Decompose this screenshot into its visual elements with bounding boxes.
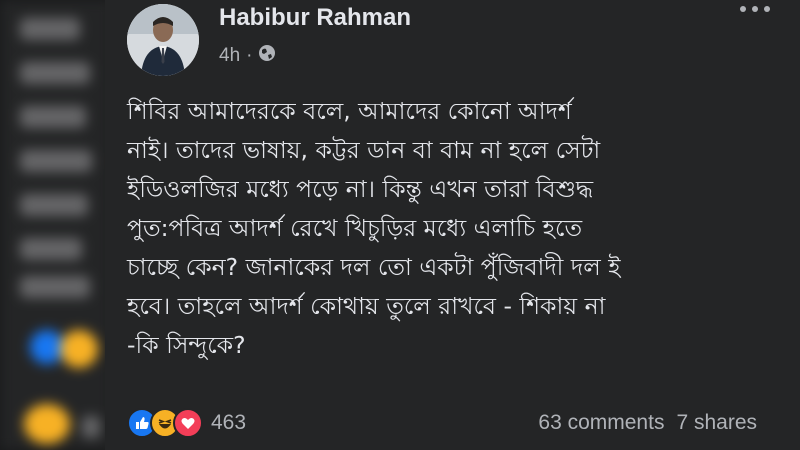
profile-photo-icon bbox=[127, 4, 199, 76]
avatar[interactable] bbox=[127, 4, 199, 76]
blurred-haha-icon bbox=[60, 330, 98, 368]
blurred-text bbox=[20, 150, 92, 172]
blurred-text bbox=[20, 62, 90, 84]
shares-link[interactable]: 7 shares bbox=[676, 411, 757, 435]
post-line: হবে। তাহলে আদর্শ কোথায় তুলে রাখবে - শিক… bbox=[127, 292, 606, 320]
post-line: -কি সিন্দুকে? bbox=[127, 331, 246, 359]
blurred-like-icon bbox=[30, 330, 64, 364]
post-line: শিবির আমাদেরকে বলে, আমাদের কোনো আদর্শ bbox=[127, 97, 572, 125]
post-time[interactable]: 4h bbox=[219, 45, 240, 67]
reactions-summary[interactable] bbox=[127, 408, 203, 438]
post-stats: 463 63 comments 7 shares bbox=[127, 406, 757, 440]
globe-icon bbox=[258, 44, 276, 68]
post-line: পুত:পবিত্র আদর্শ রেখে খিচুড়ির মধ্যে এলা… bbox=[127, 214, 583, 242]
post-line: নাই। তাদের ভাষায়, কট্টর ডান বা বাম না হ… bbox=[127, 136, 601, 164]
blurred-text bbox=[82, 416, 100, 438]
post-body: শিবির আমাদেরকে বলে, আমাদের কোনো আদর্শ না… bbox=[127, 92, 782, 365]
love-icon bbox=[173, 408, 203, 438]
blurred-text bbox=[20, 194, 88, 216]
engagement-stats: 63 comments 7 shares bbox=[538, 411, 757, 435]
blurred-haha-icon bbox=[24, 404, 70, 444]
comments-link[interactable]: 63 comments bbox=[538, 411, 664, 435]
post-card: Habibur Rahman 4h · শিবির আমাদেরকে বলে, … bbox=[105, 0, 800, 450]
reaction-count[interactable]: 463 bbox=[211, 411, 246, 435]
blurred-text bbox=[20, 106, 86, 128]
blurred-text bbox=[20, 276, 90, 298]
post-line: চাচ্ছে কেন? জানাকের দল তো একটা পুঁজিবাদী… bbox=[127, 253, 621, 281]
post-line: ইডিওলজির মধ্যে পড়ে না। কিন্তু এখন তারা … bbox=[127, 175, 594, 203]
background-blurred-post bbox=[0, 0, 112, 450]
dot-icon bbox=[752, 6, 758, 12]
more-options-button[interactable] bbox=[740, 6, 770, 12]
separator-dot: · bbox=[246, 45, 253, 66]
dot-icon bbox=[764, 6, 770, 12]
dot-icon bbox=[740, 6, 746, 12]
author-name[interactable]: Habibur Rahman bbox=[219, 4, 411, 32]
post-meta: 4h · bbox=[219, 44, 276, 68]
blurred-text bbox=[20, 18, 80, 40]
blurred-text bbox=[20, 238, 82, 260]
